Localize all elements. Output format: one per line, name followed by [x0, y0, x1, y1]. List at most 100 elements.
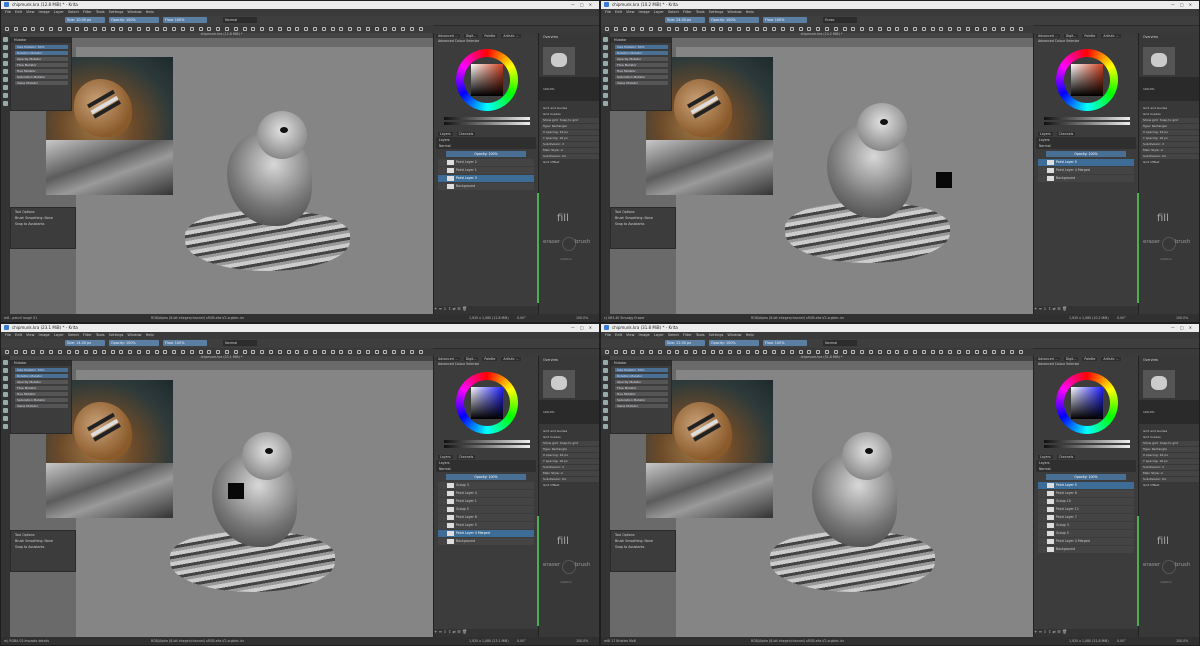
- toolbar-button-icon[interactable]: [277, 350, 282, 354]
- toolbar-button-icon[interactable]: [895, 350, 900, 354]
- brush-size-field[interactable]: Size: 24.00 px: [665, 17, 705, 23]
- opacity-mutator-row[interactable]: Opacity Mutator: [615, 380, 668, 384]
- menu-layer[interactable]: Layer: [54, 10, 64, 14]
- brush-smoothing-row[interactable]: Brush Smoothing: None: [15, 216, 71, 220]
- layers-blend-mode[interactable]: Normal: [436, 466, 536, 472]
- subdivision-field[interactable]: Subdivision: 2: [541, 142, 599, 147]
- canvas-area[interactable]: chipmunk.kra (31.8 MiB) *: [610, 355, 1034, 637]
- tool-icon[interactable]: [3, 45, 8, 50]
- toolbar-button-icon[interactable]: [754, 350, 759, 354]
- popup-center-circle[interactable]: [562, 237, 576, 251]
- tab-digital-mixer[interactable]: Digit...: [463, 34, 479, 38]
- tab-grid[interactable]: Grid: [543, 112, 549, 116]
- toolbar-button-icon[interactable]: [1018, 27, 1023, 31]
- layer-item[interactable]: Paint Layer 7: [1038, 514, 1134, 521]
- window-controls[interactable]: —□✕: [571, 325, 597, 330]
- tool-icon[interactable]: [3, 376, 8, 381]
- toolbar-button-icon[interactable]: [119, 350, 124, 354]
- menu-view[interactable]: View: [26, 333, 35, 337]
- tool-icon[interactable]: [603, 416, 608, 421]
- toolbar-button-icon[interactable]: [154, 27, 159, 31]
- toolbar-button-icon[interactable]: [409, 27, 414, 31]
- popup-palette[interactable]: fill eraser brush rotation: [543, 213, 597, 283]
- brush-size-field[interactable]: Size: 14.00 px: [65, 340, 105, 346]
- opacity-mutator-row[interactable]: Opacity Mutator: [15, 380, 68, 384]
- value-mutator-row[interactable]: Value Mutator: [15, 404, 68, 408]
- flow-mutator-row[interactable]: Flow Mutator: [615, 386, 668, 390]
- window-controls[interactable]: —□✕: [1171, 2, 1197, 7]
- window-controls[interactable]: —□✕: [1171, 325, 1197, 330]
- snap-grid-label[interactable]: Snap to grid: [560, 118, 578, 122]
- canvas-tab[interactable]: chipmunk.kra (31.8 MiB) *: [610, 355, 1033, 361]
- tab-channels[interactable]: Channels: [456, 132, 476, 136]
- toolbar-button-icon[interactable]: [84, 350, 89, 354]
- popup-palette[interactable]: fill eraser brush rotation: [1143, 536, 1197, 606]
- tool-icon[interactable]: [603, 61, 608, 66]
- toolbar-button-icon[interactable]: [684, 27, 689, 31]
- toolbar-button-icon[interactable]: [365, 350, 370, 354]
- flow-mutator-row[interactable]: Flow Mutator: [15, 63, 68, 67]
- toolbar-button-icon[interactable]: [825, 27, 829, 31]
- popup-center-circle[interactable]: [562, 560, 576, 574]
- toolbar-button-icon[interactable]: [418, 350, 423, 354]
- brush-smoothing-row[interactable]: Brush Smoothing: None: [15, 539, 71, 543]
- toolbar-button-icon[interactable]: [851, 27, 856, 31]
- layers-blend-mode[interactable]: Normal: [1036, 143, 1136, 149]
- colour-sliders[interactable]: [444, 115, 530, 125]
- toolbar-button-icon[interactable]: [877, 27, 882, 31]
- rotation-mutator-row[interactable]: Rotation Mutator: [615, 51, 668, 55]
- layer-opacity-slider[interactable]: Opacity: 100%: [446, 151, 526, 157]
- toolbar-button-icon[interactable]: [816, 27, 821, 31]
- layer-opacity-slider[interactable]: Opacity: 100%: [1046, 474, 1126, 480]
- layer-item[interactable]: Background: [438, 538, 534, 545]
- tab-artistic[interactable]: Artistic ...: [1101, 357, 1121, 361]
- toolbar-button-icon[interactable]: [965, 350, 970, 354]
- layers-blend-mode[interactable]: Normal: [436, 143, 536, 149]
- menu-file[interactable]: File: [5, 333, 11, 337]
- rotation-mutator-row[interactable]: Rotation Mutator: [615, 374, 668, 378]
- tool-icon[interactable]: [3, 69, 8, 74]
- toolbar-button-icon[interactable]: [75, 27, 80, 31]
- blend-mode-select[interactable]: Erase: [823, 17, 857, 23]
- popup-eraser-label[interactable]: eraser: [1143, 562, 1160, 568]
- snap-to-assistants-checkbox[interactable]: Snap to Assistants: [615, 222, 671, 226]
- toolbar-button-icon[interactable]: [251, 350, 256, 354]
- popup-eraser-label[interactable]: eraser: [1143, 239, 1160, 245]
- menu-help[interactable]: Help: [146, 333, 154, 337]
- toolbar-button-icon[interactable]: [295, 27, 300, 31]
- toolbar-button-icon[interactable]: [921, 27, 926, 31]
- toolbar-button-icon[interactable]: [983, 350, 988, 354]
- toolbar-button-icon[interactable]: [225, 350, 229, 354]
- menu-select[interactable]: Select: [68, 10, 79, 14]
- opacity-field[interactable]: Opacity: 100%: [709, 340, 759, 346]
- size-mutator-slider[interactable]: Size Mutator: 50%: [615, 45, 668, 49]
- tool-icon[interactable]: [603, 45, 608, 50]
- toolbar-button-icon[interactable]: [260, 350, 265, 354]
- colour-wheel[interactable]: [1056, 49, 1118, 111]
- lightness-slider[interactable]: [1044, 440, 1130, 443]
- popup-brush-label[interactable]: brush: [1175, 239, 1190, 245]
- tab-channels[interactable]: Channels: [1056, 455, 1076, 459]
- toolbar-button-icon[interactable]: [605, 350, 609, 354]
- toolbar-button-icon[interactable]: [974, 350, 979, 354]
- toolbar-button-icon[interactable]: [1001, 350, 1005, 354]
- toolbar-button-icon[interactable]: [401, 27, 405, 31]
- saturation-mutator-row[interactable]: Saturation Mutator: [615, 75, 668, 79]
- tool-icon[interactable]: [3, 400, 8, 405]
- menu-window[interactable]: Window: [127, 10, 141, 14]
- toolbar-button-icon[interactable]: [5, 27, 9, 31]
- subdivision-style-select[interactable]: Subdivision: Do: [1141, 154, 1199, 159]
- y-spacing-field[interactable]: Y spacing: 16 px: [541, 459, 599, 464]
- tool-icon[interactable]: [3, 61, 8, 66]
- toolbar-button-icon[interactable]: [84, 27, 89, 31]
- toolbar-button-icon[interactable]: [631, 27, 636, 31]
- toolbar-button-icon[interactable]: [418, 27, 423, 31]
- toolbar-button-icon[interactable]: [737, 350, 741, 354]
- toolbar-button-icon[interactable]: [1018, 350, 1023, 354]
- toolbar-button-icon[interactable]: [886, 27, 891, 31]
- toolbar-button-icon[interactable]: [842, 27, 847, 31]
- toolbar-button-icon[interactable]: [269, 350, 273, 354]
- toolbar-button-icon[interactable]: [31, 27, 36, 31]
- popup-eraser-label[interactable]: eraser: [543, 562, 560, 568]
- toolbar-button-icon[interactable]: [339, 27, 344, 31]
